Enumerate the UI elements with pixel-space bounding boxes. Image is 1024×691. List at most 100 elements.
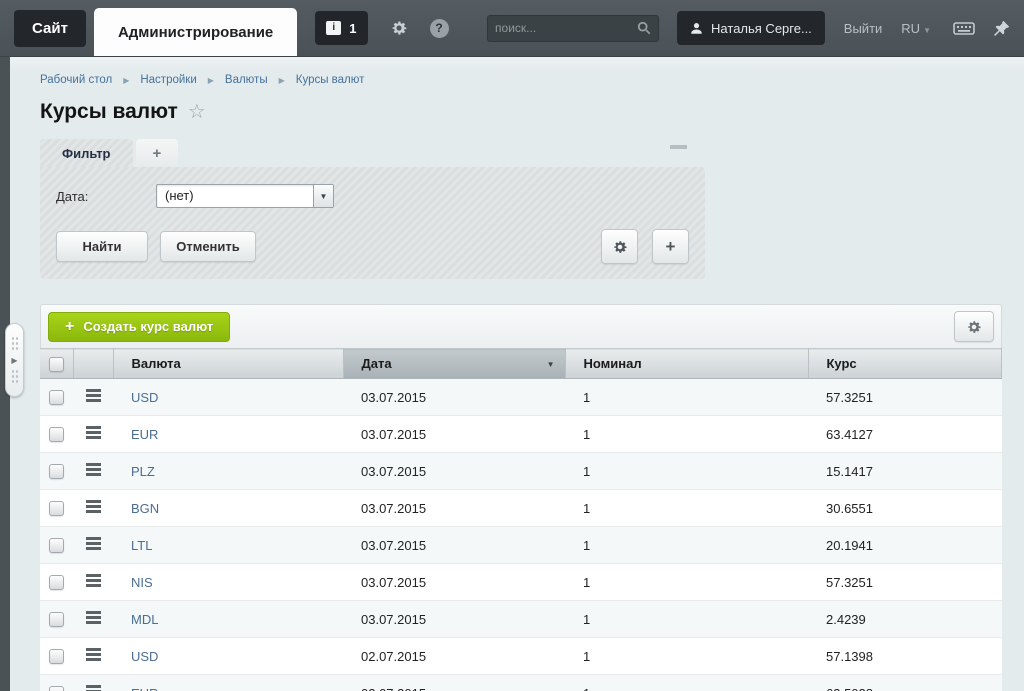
table-body: USD 03.07.2015 1 57.3251 EUR 03.07.2015 …	[40, 379, 1002, 691]
dropdown-arrow-button[interactable]: ▼	[313, 185, 333, 207]
notifications-button[interactable]: i 1	[315, 11, 367, 45]
notification-bubble-icon: i	[326, 21, 341, 35]
currency-link[interactable]: BGN	[131, 501, 159, 516]
currency-link[interactable]: NIS	[131, 575, 153, 590]
rate-nominal: 1	[565, 601, 808, 638]
tab-site[interactable]: Сайт	[14, 10, 86, 47]
row-checkbox[interactable]	[49, 538, 64, 553]
currency-link[interactable]: MDL	[131, 612, 158, 627]
rate-date: 02.07.2015	[343, 675, 565, 691]
user-icon	[690, 22, 703, 35]
row-menu-icon[interactable]	[86, 426, 101, 429]
table-row: BGN 03.07.2015 1 30.6551	[40, 490, 1002, 527]
favorite-star-icon[interactable]: ☆	[188, 99, 206, 124]
column-header-date[interactable]: Дата▼	[343, 349, 565, 379]
rate-value: 20.1941	[808, 527, 1002, 564]
breadcrumb-arrow-icon: ▶	[208, 76, 214, 85]
row-actions-column-header	[73, 349, 113, 379]
language-selector[interactable]: RU▼	[901, 21, 931, 36]
logout-link[interactable]: Выйти	[844, 21, 883, 36]
rate-date: 02.07.2015	[343, 638, 565, 675]
table-row: EUR 02.07.2015 1 63.5028	[40, 675, 1002, 691]
rate-value: 57.3251	[808, 564, 1002, 601]
row-checkbox[interactable]	[49, 612, 64, 627]
create-rate-button[interactable]: + Создать курс валют	[48, 312, 230, 342]
cancel-button[interactable]: Отменить	[160, 231, 256, 262]
drag-dots-icon	[11, 336, 18, 352]
sidebar-expand-handle[interactable]: ▶	[5, 323, 24, 397]
find-button[interactable]: Найти	[56, 231, 148, 262]
user-name: Наталья Серге...	[711, 21, 812, 36]
row-menu-icon[interactable]	[86, 574, 101, 577]
collapse-filter-button[interactable]	[670, 145, 687, 149]
rates-table: Валюта Дата▼ Номинал Курс USD 03.07.2015…	[40, 348, 1002, 691]
row-checkbox[interactable]	[49, 464, 64, 479]
pin-icon	[993, 20, 1010, 37]
rate-date: 03.07.2015	[343, 527, 565, 564]
user-menu-button[interactable]: Наталья Серге...	[677, 11, 825, 45]
chevron-down-icon: ▼	[923, 26, 931, 35]
rate-date: 03.07.2015	[343, 490, 565, 527]
grid-toolbar: + Создать курс валют	[40, 304, 1002, 348]
row-checkbox[interactable]	[49, 390, 64, 405]
tab-administration[interactable]: Администрирование	[94, 8, 297, 56]
row-checkbox[interactable]	[49, 501, 64, 516]
search-icon[interactable]	[637, 21, 651, 35]
breadcrumb-arrow-icon: ▶	[279, 76, 285, 85]
language-value: RU	[901, 21, 920, 36]
rate-value: 57.1398	[808, 638, 1002, 675]
pin-panel-button[interactable]	[993, 0, 1010, 56]
date-filter-select[interactable]: (нет) ▼	[156, 184, 334, 208]
expand-arrow-icon: ▶	[11, 356, 17, 365]
add-filter-tab[interactable]: +	[136, 139, 179, 167]
row-checkbox[interactable]	[49, 686, 64, 691]
rate-nominal: 1	[565, 638, 808, 675]
breadcrumb-currencies[interactable]: Валюты	[225, 74, 268, 86]
filter-panel: Фильтр + Дата: (нет) ▼ Найти Отменить	[40, 139, 705, 279]
search-input[interactable]	[495, 21, 637, 35]
currency-link[interactable]: USD	[131, 390, 158, 405]
grid-settings-button[interactable]	[954, 311, 994, 342]
settings-gear-button[interactable]	[390, 0, 408, 56]
help-icon: ?	[430, 19, 449, 38]
row-checkbox[interactable]	[49, 427, 64, 442]
row-menu-icon[interactable]	[86, 685, 101, 688]
breadcrumb-settings[interactable]: Настройки	[140, 74, 196, 86]
currency-link[interactable]: PLZ	[131, 464, 155, 479]
rate-date: 03.07.2015	[343, 416, 565, 453]
breadcrumb-desktop[interactable]: Рабочий стол	[40, 74, 112, 86]
row-menu-icon[interactable]	[86, 463, 101, 466]
currency-link[interactable]: LTL	[131, 538, 152, 553]
row-menu-icon[interactable]	[86, 389, 101, 392]
date-filter-label: Дата:	[56, 189, 156, 204]
plus-icon: +	[65, 318, 74, 336]
table-row: USD 03.07.2015 1 57.3251	[40, 379, 1002, 416]
row-menu-icon[interactable]	[86, 537, 101, 540]
column-header-currency[interactable]: Валюта	[113, 349, 343, 379]
rate-value: 30.6551	[808, 490, 1002, 527]
row-checkbox[interactable]	[49, 575, 64, 590]
keyboard-layout-button[interactable]	[953, 0, 975, 56]
filter-settings-button[interactable]	[601, 229, 638, 264]
row-menu-icon[interactable]	[86, 648, 101, 651]
select-all-checkbox[interactable]	[49, 357, 64, 372]
create-rate-label: Создать курс валют	[83, 319, 213, 334]
plus-icon: +	[666, 238, 676, 255]
row-checkbox[interactable]	[49, 649, 64, 664]
row-menu-icon[interactable]	[86, 500, 101, 503]
rate-date: 03.07.2015	[343, 379, 565, 416]
add-filter-field-button[interactable]: +	[652, 229, 689, 264]
column-header-nominal[interactable]: Номинал	[565, 349, 808, 379]
filter-tab[interactable]: Фильтр	[40, 139, 133, 167]
help-button[interactable]: ?	[430, 0, 449, 56]
breadcrumb-currency-rates[interactable]: Курсы валют	[296, 74, 365, 86]
date-filter-value: (нет)	[157, 185, 313, 207]
main-content: Рабочий стол ▶ Настройки ▶ Валюты ▶ Курс…	[10, 57, 1024, 691]
topbar-search	[487, 15, 659, 42]
rate-value: 2.4239	[808, 601, 1002, 638]
row-menu-icon[interactable]	[86, 611, 101, 614]
column-header-rate[interactable]: Курс	[808, 349, 1002, 379]
currency-link[interactable]: EUR	[131, 686, 158, 691]
currency-link[interactable]: EUR	[131, 427, 158, 442]
currency-link[interactable]: USD	[131, 649, 158, 664]
